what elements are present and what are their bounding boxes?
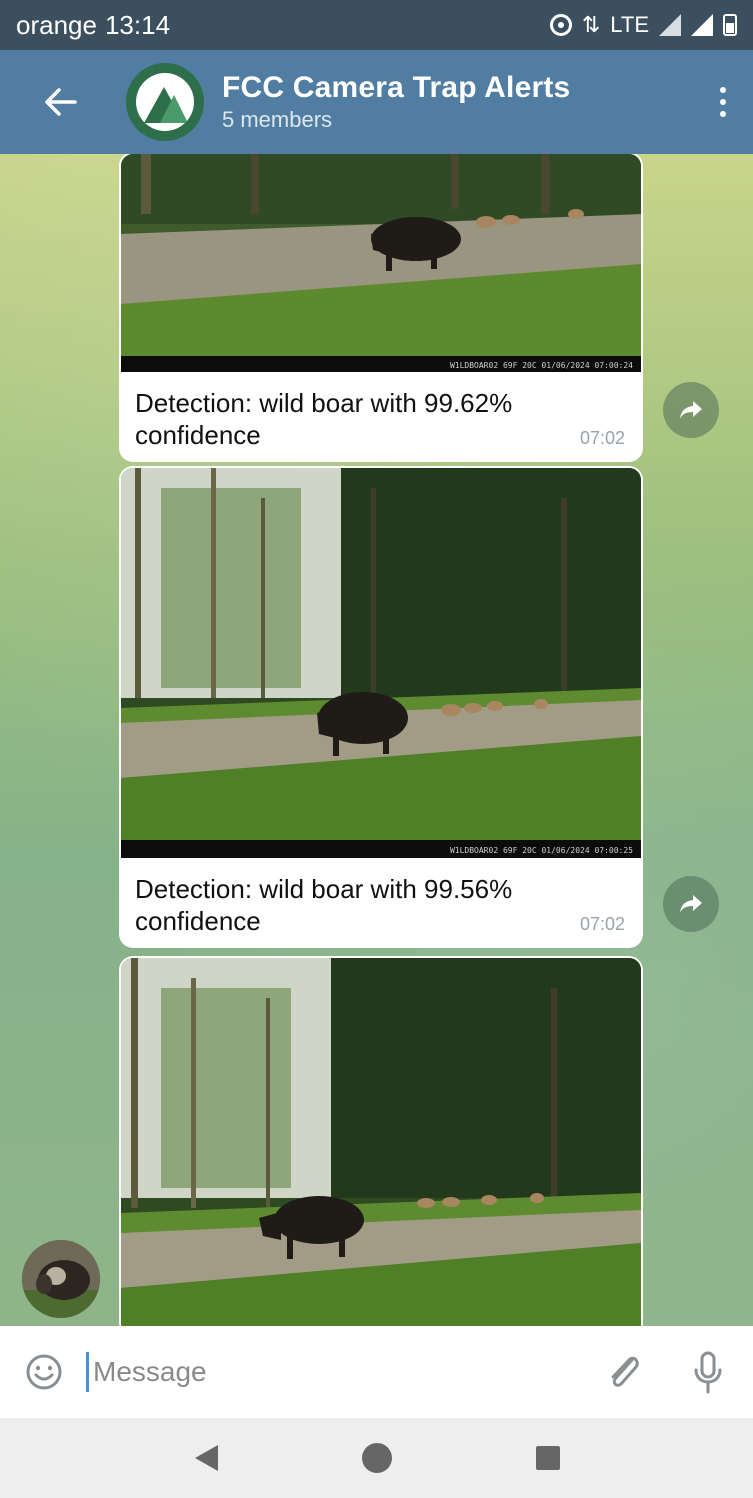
share-arrow-icon bbox=[680, 401, 702, 419]
carrier-name: orange bbox=[16, 9, 97, 40]
chat-info[interactable]: FCC Camera Trap Alerts 5 members bbox=[222, 71, 570, 133]
data-arrows-icon: ⇅ bbox=[581, 12, 601, 37]
detection-text: Detection: wild boar with 99.62% confide… bbox=[135, 388, 513, 450]
camera-trap-photo[interactable]: W1LDBOAR02 69F 20C 01/06/2024 07:00:25 bbox=[121, 468, 641, 858]
hotspot-icon bbox=[549, 14, 572, 36]
text-cursor bbox=[86, 1352, 89, 1392]
triangle-back-icon bbox=[194, 1445, 218, 1471]
smiley-icon bbox=[26, 1354, 62, 1390]
circle-home-icon bbox=[361, 1443, 392, 1473]
member-count: 5 members bbox=[222, 107, 333, 132]
message-caption: Detection: wild boar with 99.56% confide… bbox=[119, 860, 643, 945]
nav-recent-button[interactable] bbox=[518, 1428, 578, 1488]
camera-trap-photo[interactable]: W1LDBOAR02 69F 20C 01/06/2024 07:00:24 bbox=[121, 154, 641, 372]
system-nav-bar bbox=[0, 1418, 753, 1498]
nav-home-button[interactable] bbox=[347, 1428, 407, 1488]
camera-trap-photo[interactable] bbox=[121, 958, 641, 1326]
back-button[interactable] bbox=[30, 72, 90, 132]
message-time: 07:02 bbox=[579, 428, 625, 449]
group-logo-icon bbox=[136, 73, 194, 131]
forward-button[interactable] bbox=[663, 876, 719, 932]
share-arrow-icon bbox=[680, 895, 702, 913]
microphone-icon bbox=[694, 1351, 722, 1394]
group-avatar[interactable] bbox=[126, 63, 204, 141]
chat-area[interactable]: W1LDBOAR02 69F 20C 01/06/2024 07:00:24 D… bbox=[0, 154, 753, 1326]
nav-back-button[interactable] bbox=[176, 1428, 236, 1488]
message-input[interactable] bbox=[93, 1356, 533, 1388]
battery-icon bbox=[723, 14, 737, 36]
message-bubble[interactable]: W1LDBOAR02 69F 20C 01/06/2024 07:00:24 D… bbox=[119, 154, 643, 462]
square-recent-icon bbox=[535, 1446, 560, 1470]
attach-button[interactable] bbox=[599, 1347, 649, 1397]
chat-header: FCC Camera Trap Alerts 5 members bbox=[0, 50, 753, 154]
camera-stamp: W1LDBOAR02 69F 20C 01/06/2024 07:00:24 bbox=[450, 361, 633, 370]
message-bubble[interactable] bbox=[119, 956, 643, 1326]
message-time: 07:02 bbox=[579, 914, 625, 935]
message-bubble[interactable]: W1LDBOAR02 69F 20C 01/06/2024 07:00:25 D… bbox=[119, 466, 643, 948]
detection-text: Detection: wild boar with 99.56% confide… bbox=[135, 874, 513, 936]
more-options-button[interactable] bbox=[693, 62, 753, 142]
status-bar: orange 13:14 ⇅ LTE bbox=[0, 0, 753, 50]
status-time: 13:14 bbox=[104, 9, 171, 40]
voice-message-button[interactable] bbox=[683, 1347, 733, 1397]
signal-icon bbox=[659, 14, 681, 36]
arrow-left-icon bbox=[45, 88, 77, 116]
forward-button[interactable] bbox=[663, 382, 719, 438]
message-caption: Detection: wild boar with 99.62% confide… bbox=[119, 374, 643, 459]
camera-stamp: W1LDBOAR02 69F 20C 01/06/2024 07:00:25 bbox=[450, 846, 633, 855]
network-type: LTE bbox=[610, 12, 649, 37]
emoji-button[interactable] bbox=[20, 1348, 68, 1396]
more-vertical-icon bbox=[720, 87, 726, 93]
sender-avatar[interactable] bbox=[22, 1240, 100, 1318]
signal-icon-2 bbox=[691, 14, 713, 36]
chat-title: FCC Camera Trap Alerts bbox=[222, 71, 571, 104]
message-input-bar bbox=[0, 1326, 753, 1418]
paperclip-icon bbox=[611, 1356, 639, 1387]
